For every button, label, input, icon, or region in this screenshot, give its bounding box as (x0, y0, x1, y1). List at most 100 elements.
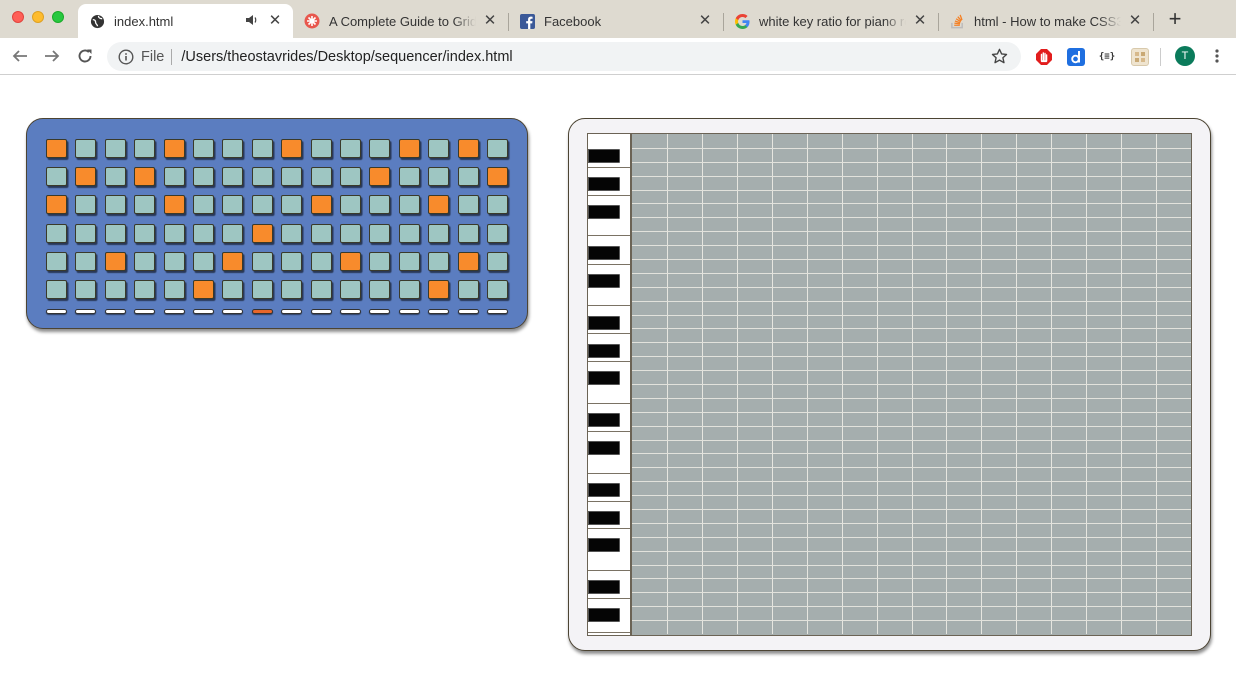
piano-roll-grid[interactable] (587, 133, 1192, 636)
sequencer-pad[interactable] (457, 280, 479, 299)
tab-index-html[interactable]: index.html ✕ (78, 4, 293, 38)
sequencer-pad[interactable] (46, 280, 67, 299)
json-viewer-icon[interactable]: {≡} (1098, 48, 1116, 66)
d-extension-icon[interactable] (1067, 48, 1085, 66)
sequencer-pad[interactable] (398, 223, 420, 243)
sequencer-pad[interactable] (340, 251, 361, 271)
black-key[interactable] (588, 413, 620, 427)
sequencer-pad[interactable] (281, 167, 303, 187)
sequencer-pad[interactable] (75, 195, 97, 215)
sequencer-pad[interactable] (428, 167, 450, 187)
sequencer-pad[interactable] (398, 195, 420, 215)
sequencer-pad[interactable] (310, 280, 332, 299)
sequencer-pad[interactable] (104, 223, 126, 243)
sequencer-pad[interactable] (193, 139, 214, 158)
sequencer-pad[interactable] (163, 223, 185, 243)
sequencer-pad[interactable] (251, 280, 273, 299)
sequencer-pad[interactable] (369, 167, 391, 187)
sequencer-pad[interactable] (457, 195, 479, 215)
sequencer-pad[interactable] (310, 223, 332, 243)
sequencer-pad[interactable] (487, 167, 508, 187)
sequencer-pad[interactable] (46, 223, 67, 243)
sequencer-pad[interactable] (163, 195, 185, 215)
sequencer-pad[interactable] (487, 280, 508, 299)
sequencer-pad[interactable] (457, 223, 479, 243)
sequencer-pad[interactable] (251, 139, 273, 158)
black-key[interactable] (588, 246, 620, 260)
tab-close-icon[interactable]: ✕ (267, 13, 283, 29)
sequencer-pad[interactable] (222, 223, 244, 243)
sequencer-pad[interactable] (251, 195, 273, 215)
tab-google-search[interactable]: white key ratio for piano ro ✕ (723, 4, 939, 38)
black-key[interactable] (588, 149, 620, 163)
tab-close-icon[interactable]: ✕ (912, 13, 928, 29)
sequencer-pad[interactable] (75, 167, 97, 187)
black-key[interactable] (588, 205, 620, 219)
reload-button[interactable] (74, 45, 96, 67)
sequencer-pad[interactable] (310, 167, 332, 187)
menu-kebab-icon[interactable] (1210, 47, 1224, 65)
sequencer-pad[interactable] (104, 280, 126, 299)
sequencer-pad[interactable] (193, 195, 214, 215)
sequencer-pad[interactable] (222, 167, 244, 187)
sequencer-pad[interactable] (75, 251, 97, 271)
sequencer-pad[interactable] (104, 167, 126, 187)
black-key[interactable] (588, 483, 620, 497)
sequencer-pad[interactable] (398, 251, 420, 271)
sequencer-pad[interactable] (369, 195, 391, 215)
sequencer-pad[interactable] (369, 280, 391, 299)
sequencer-pad[interactable] (75, 139, 97, 158)
sequencer-pad[interactable] (487, 139, 508, 158)
sequencer-pad[interactable] (340, 223, 361, 243)
sequencer-pad[interactable] (193, 251, 214, 271)
sequencer-pad[interactable] (340, 167, 361, 187)
sequencer-pad[interactable] (46, 167, 67, 187)
sequencer-pad[interactable] (457, 139, 479, 158)
sequencer-pad[interactable] (134, 251, 156, 271)
sequencer-pad[interactable] (398, 167, 420, 187)
sequencer-pad[interactable] (487, 195, 508, 215)
window-maximize-button[interactable] (52, 11, 64, 23)
sequencer-pad[interactable] (251, 223, 273, 243)
sequencer-pad[interactable] (428, 139, 450, 158)
sequencer-pad[interactable] (104, 195, 126, 215)
sequencer-pad[interactable] (487, 251, 508, 271)
sequencer-pad[interactable] (163, 251, 185, 271)
sequencer-pad[interactable] (251, 167, 273, 187)
sequencer-pad[interactable] (75, 280, 97, 299)
url-text[interactable]: /Users/theostavrides/Desktop/sequencer/i… (181, 49, 512, 65)
forward-button[interactable] (41, 45, 63, 67)
sequencer-pad[interactable] (46, 139, 67, 158)
sequencer-pad[interactable] (457, 167, 479, 187)
black-key[interactable] (588, 274, 620, 288)
sequencer-pad[interactable] (310, 139, 332, 158)
tab-facebook[interactable]: Facebook ✕ (508, 4, 724, 38)
info-icon[interactable] (118, 48, 134, 65)
black-key[interactable] (588, 177, 620, 191)
black-key[interactable] (588, 371, 620, 385)
sequencer-pad[interactable] (281, 251, 303, 271)
tab-close-icon[interactable]: ✕ (1127, 13, 1143, 29)
black-key[interactable] (588, 580, 620, 594)
sequencer-pad[interactable] (222, 251, 244, 271)
sequencer-pad[interactable] (222, 280, 244, 299)
black-key[interactable] (588, 344, 620, 358)
sequencer-pad[interactable] (134, 167, 156, 187)
sequencer-pad[interactable] (281, 280, 303, 299)
sequencer-pad[interactable] (281, 195, 303, 215)
new-tab-button[interactable]: + (1166, 8, 1184, 30)
sequencer-pad[interactable] (428, 223, 450, 243)
sequencer-pad[interactable] (340, 280, 361, 299)
sequencer-pad[interactable] (104, 139, 126, 158)
sequencer-pad[interactable] (134, 139, 156, 158)
sequencer-pad[interactable] (193, 223, 214, 243)
tab-stackoverflow[interactable]: html - How to make CSS3 ✕ (938, 4, 1154, 38)
sequencer-pad[interactable] (104, 251, 126, 271)
sequencer-pad[interactable] (193, 167, 214, 187)
sequencer-pad[interactable] (457, 251, 479, 271)
sequencer-pad[interactable] (398, 139, 420, 158)
black-key[interactable] (588, 316, 620, 330)
tab-close-icon[interactable]: ✕ (482, 13, 498, 29)
sequencer-pad[interactable] (281, 223, 303, 243)
sequencer-pad[interactable] (134, 280, 156, 299)
